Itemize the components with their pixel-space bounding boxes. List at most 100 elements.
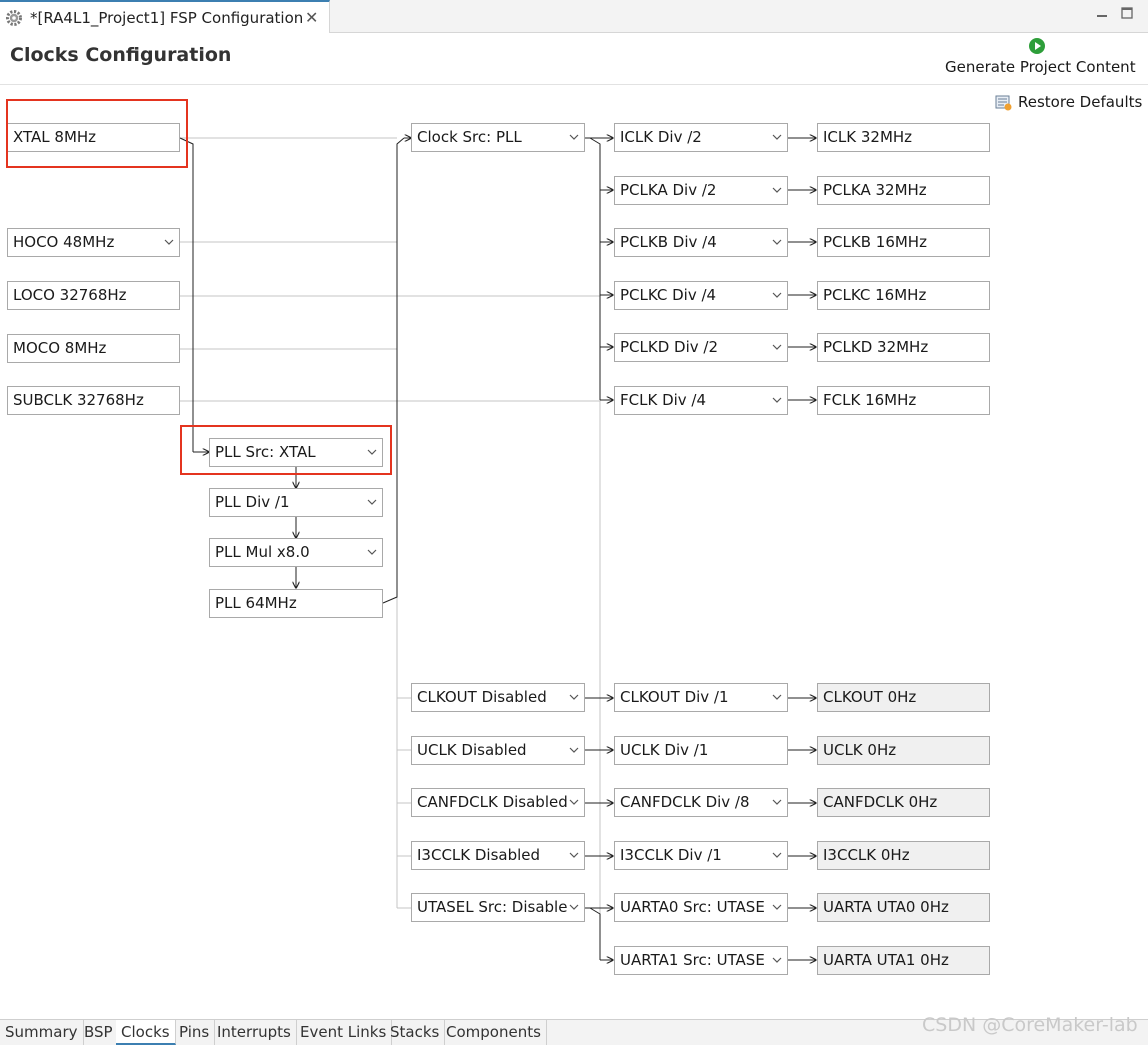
close-icon[interactable]: ✕	[305, 8, 318, 27]
tab-components[interactable]: Components	[441, 1020, 547, 1045]
chevron-down-icon	[772, 397, 782, 403]
canfdclk-div-dropdown[interactable]: CANFDCLK Div /8	[614, 788, 788, 817]
chevron-down-icon	[772, 852, 782, 858]
i3cclk-div-label: I3CCLK Div /1	[620, 846, 722, 864]
pclkd-div-label: PCLKD Div /2	[620, 338, 718, 356]
chevron-down-icon	[569, 904, 579, 910]
pll-div-dropdown[interactable]: PLL Div /1	[209, 488, 383, 517]
chevron-down-icon	[569, 747, 579, 753]
minimize-icon[interactable]	[1095, 6, 1109, 20]
tab-interrupts[interactable]: Interrupts	[212, 1020, 297, 1045]
chevron-down-icon	[569, 799, 579, 805]
header-divider	[0, 84, 1148, 85]
page-title: Clocks Configuration	[10, 44, 232, 66]
tab-pins[interactable]: Pins	[174, 1020, 216, 1045]
uarta0-output: UARTA UTA0 0Hz	[817, 893, 990, 922]
chevron-down-icon	[164, 239, 174, 245]
pll-src-label: PLL Src: XTAL	[215, 443, 316, 461]
uclk-src-dropdown[interactable]: UCLK Disabled	[411, 736, 585, 765]
xtal-source[interactable]: XTAL 8MHz	[7, 123, 180, 152]
chevron-down-icon	[772, 239, 782, 245]
chevron-down-icon	[772, 344, 782, 350]
uclk-src-label: UCLK Disabled	[417, 741, 527, 759]
uarta1-src-dropdown[interactable]: UARTA1 Src: UTASE	[614, 946, 788, 975]
clkout-src-dropdown[interactable]: CLKOUT Disabled	[411, 683, 585, 712]
pll-div-label: PLL Div /1	[215, 493, 290, 511]
restore-defaults-label: Restore Defaults	[1018, 93, 1143, 111]
chevron-down-icon	[772, 957, 782, 963]
iclk-div-label: ICLK Div /2	[620, 128, 702, 146]
tab-clocks[interactable]: Clocks	[116, 1020, 176, 1045]
fclk-div-label: FCLK Div /4	[620, 391, 707, 409]
uarta0-src-dropdown[interactable]: UARTA0 Src: UTASE	[614, 893, 788, 922]
maximize-icon[interactable]	[1120, 6, 1134, 20]
restore-defaults-icon	[995, 95, 1012, 111]
pclka-output: PCLKA 32MHz	[817, 176, 990, 205]
pll-output: PLL 64MHz	[209, 589, 383, 618]
loco-source[interactable]: LOCO 32768Hz	[7, 281, 180, 310]
i3cclk-div-dropdown[interactable]: I3CCLK Div /1	[614, 841, 788, 870]
pll-mul-label: PLL Mul x8.0	[215, 543, 310, 561]
gear-icon	[6, 10, 22, 26]
uarta0-src-label: UARTA0 Src: UTASE	[620, 898, 765, 916]
canfdclk-src-dropdown[interactable]: CANFDCLK Disabled	[411, 788, 585, 817]
pclkb-div-dropdown[interactable]: PCLKB Div /4	[614, 228, 788, 257]
uarta1-output: UARTA UTA1 0Hz	[817, 946, 990, 975]
i3cclk-src-label: I3CCLK Disabled	[417, 846, 541, 864]
chevron-down-icon	[569, 134, 579, 140]
chevron-down-icon	[772, 187, 782, 193]
editor-tab-fsp-configuration[interactable]: *[RA4L1_Project1] FSP Configuration ✕	[0, 0, 330, 33]
i3cclk-src-dropdown[interactable]: I3CCLK Disabled	[411, 841, 585, 870]
tab-stacks[interactable]: Stacks	[385, 1020, 446, 1045]
run-icon[interactable]	[1028, 37, 1046, 55]
pclkc-output: PCLKC 16MHz	[817, 281, 990, 310]
chevron-down-icon	[367, 549, 377, 555]
chevron-down-icon	[772, 292, 782, 298]
iclk-output: ICLK 32MHz	[817, 123, 990, 152]
iclk-div-dropdown[interactable]: ICLK Div /2	[614, 123, 788, 152]
clkout-div-label: CLKOUT Div /1	[620, 688, 729, 706]
clkout-src-label: CLKOUT Disabled	[417, 688, 547, 706]
pclkb-div-label: PCLKB Div /4	[620, 233, 717, 251]
chevron-down-icon	[772, 799, 782, 805]
chevron-down-icon	[772, 134, 782, 140]
i3cclk-output: I3CCLK 0Hz	[817, 841, 990, 870]
utasel-src-dropdown[interactable]: UTASEL Src: Disable	[411, 893, 585, 922]
fclk-div-dropdown[interactable]: FCLK Div /4	[614, 386, 788, 415]
subclk-source[interactable]: SUBCLK 32768Hz	[7, 386, 180, 415]
clock-src-dropdown[interactable]: Clock Src: PLL	[411, 123, 585, 152]
tab-event-links[interactable]: Event Links	[295, 1020, 393, 1045]
hoco-dropdown[interactable]: HOCO 48MHz	[7, 228, 180, 257]
fclk-output: FCLK 16MHz	[817, 386, 990, 415]
pclka-div-dropdown[interactable]: PCLKA Div /2	[614, 176, 788, 205]
clkout-output: CLKOUT 0Hz	[817, 683, 990, 712]
clock-src-label: Clock Src: PLL	[417, 128, 522, 146]
pclkd-output: PCLKD 32MHz	[817, 333, 990, 362]
chevron-down-icon	[367, 449, 377, 455]
chevron-down-icon	[569, 852, 579, 858]
uclk-div-field[interactable]: UCLK Div /1	[614, 736, 788, 765]
generate-project-content-button[interactable]: Generate Project Content	[945, 58, 1136, 76]
canfdclk-div-label: CANFDCLK Div /8	[620, 793, 750, 811]
pclkd-div-dropdown[interactable]: PCLKD Div /2	[614, 333, 788, 362]
uclk-output: UCLK 0Hz	[817, 736, 990, 765]
watermark: CSDN @CoreMaker-lab	[922, 1014, 1138, 1036]
editor-tab-title: *[RA4L1_Project1] FSP Configuration	[30, 9, 304, 27]
pll-src-dropdown[interactable]: PLL Src: XTAL	[209, 438, 383, 467]
clock-wires	[179, 0, 1148, 1045]
pclkb-output: PCLKB 16MHz	[817, 228, 990, 257]
utasel-src-label: UTASEL Src: Disable	[417, 898, 568, 916]
hoco-label: HOCO 48MHz	[13, 233, 115, 251]
pll-mul-dropdown[interactable]: PLL Mul x8.0	[209, 538, 383, 567]
clkout-div-dropdown[interactable]: CLKOUT Div /1	[614, 683, 788, 712]
canfdclk-src-label: CANFDCLK Disabled	[417, 793, 568, 811]
chevron-down-icon	[367, 499, 377, 505]
uarta1-src-label: UARTA1 Src: UTASE	[620, 951, 765, 969]
chevron-down-icon	[772, 694, 782, 700]
moco-source[interactable]: MOCO 8MHz	[7, 334, 180, 363]
pclkc-div-label: PCLKC Div /4	[620, 286, 717, 304]
pclkc-div-dropdown[interactable]: PCLKC Div /4	[614, 281, 788, 310]
editor-tab-bar: *[RA4L1_Project1] FSP Configuration ✕	[0, 0, 1148, 33]
tab-summary[interactable]: Summary	[0, 1020, 84, 1045]
tab-bsp[interactable]: BSP	[79, 1020, 119, 1045]
